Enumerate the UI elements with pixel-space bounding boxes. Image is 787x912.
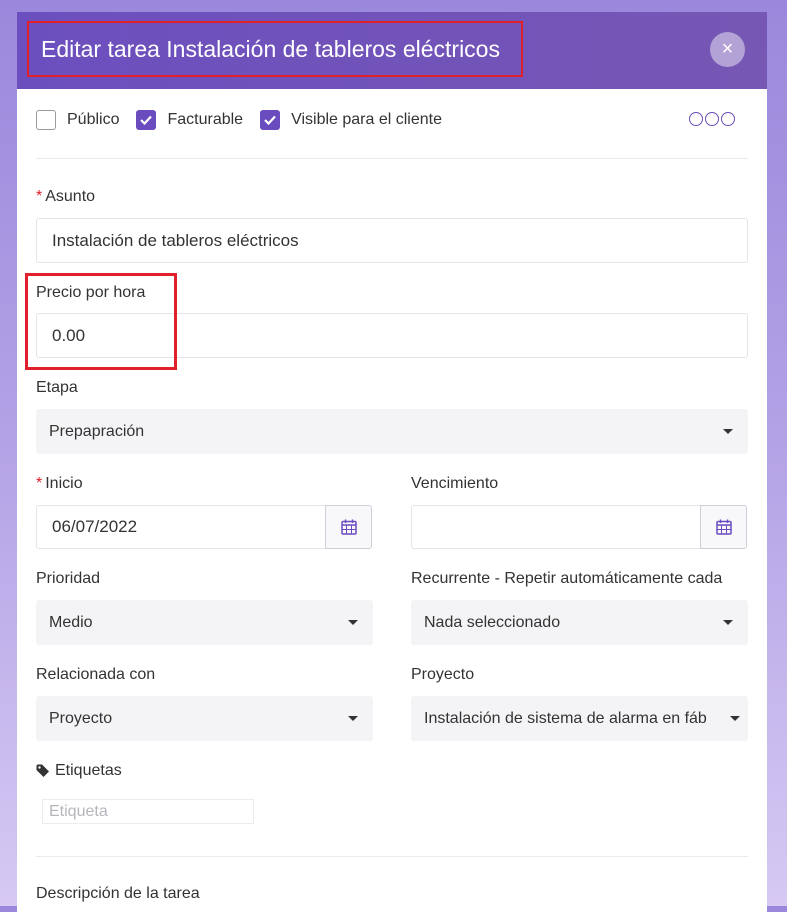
close-button[interactable]: × (710, 32, 745, 67)
calendar-icon (715, 519, 732, 535)
divider (36, 856, 748, 857)
start-label: * Inicio (36, 475, 83, 492)
caret-down-icon (348, 620, 358, 625)
caret-down-icon (723, 620, 733, 625)
caret-down-icon (348, 716, 358, 721)
tag-icon (36, 764, 49, 777)
stage-label: Etapa (36, 379, 78, 396)
project-select[interactable]: Instalación de sistema de alarma en fáb (411, 696, 748, 741)
subject-input[interactable]: Instalación de tableros eléctricos (36, 218, 748, 263)
subject-label: * Asunto (36, 188, 96, 205)
calendar-icon (340, 519, 357, 535)
stage-value: Prepapración (49, 422, 145, 440)
due-calendar-button[interactable] (700, 505, 747, 549)
recurring-select[interactable]: Nada seleccionado (411, 600, 748, 645)
related-to-label: Relacionada con (36, 666, 156, 683)
check-icon (140, 115, 153, 125)
edit-task-modal: Editar tarea Instalación de tableros elé… (17, 12, 767, 912)
public-checkbox[interactable] (36, 110, 56, 130)
tags-input[interactable]: Etiqueta (42, 799, 254, 824)
due-date-input[interactable] (411, 505, 703, 549)
billable-checkbox[interactable] (136, 110, 157, 130)
due-label: Vencimiento (411, 475, 499, 492)
project-label: Proyecto (411, 666, 475, 683)
priority-value: Medio (49, 613, 93, 631)
project-value: Instalación de sistema de alarma en fáb (424, 709, 707, 727)
recurring-value: Nada seleccionado (424, 613, 561, 631)
tags-placeholder: Etiqueta (49, 802, 108, 820)
task-description-label: Descripción de la tarea (36, 885, 200, 902)
tags-label: Etiquetas (36, 762, 122, 780)
divider (36, 158, 748, 159)
billable-label: Facturable (167, 111, 244, 128)
start-date-input[interactable]: 06/07/2022 (36, 505, 328, 549)
hourly-rate-label: Precio por hora (36, 284, 146, 301)
checkbox-row: Público Facturable Visible para el clien… (36, 108, 459, 132)
visible-to-client-label: Visible para el cliente (291, 111, 442, 128)
visible-to-client-checkbox[interactable] (260, 110, 281, 130)
stage-select[interactable]: Prepapración (36, 409, 748, 454)
caret-down-icon (730, 716, 740, 721)
more-options-icon[interactable] (689, 112, 735, 126)
hourly-rate-input[interactable]: 0.00 (36, 313, 748, 358)
public-label: Público (67, 111, 120, 128)
recurring-label: Recurrente - Repetir automáticamente cad… (411, 570, 723, 587)
close-icon: × (721, 38, 734, 60)
priority-select[interactable]: Medio (36, 600, 373, 645)
start-calendar-button[interactable] (325, 505, 372, 549)
priority-label: Prioridad (36, 570, 101, 587)
modal-title-box: Editar tarea Instalación de tableros elé… (27, 21, 523, 77)
check-icon (264, 115, 276, 125)
modal-header: Editar tarea Instalación de tableros elé… (17, 12, 767, 89)
caret-down-icon (723, 429, 733, 434)
modal-title: Editar tarea Instalación de tableros elé… (41, 35, 500, 62)
related-to-select[interactable]: Proyecto (36, 696, 373, 741)
related-to-value: Proyecto (49, 709, 113, 727)
